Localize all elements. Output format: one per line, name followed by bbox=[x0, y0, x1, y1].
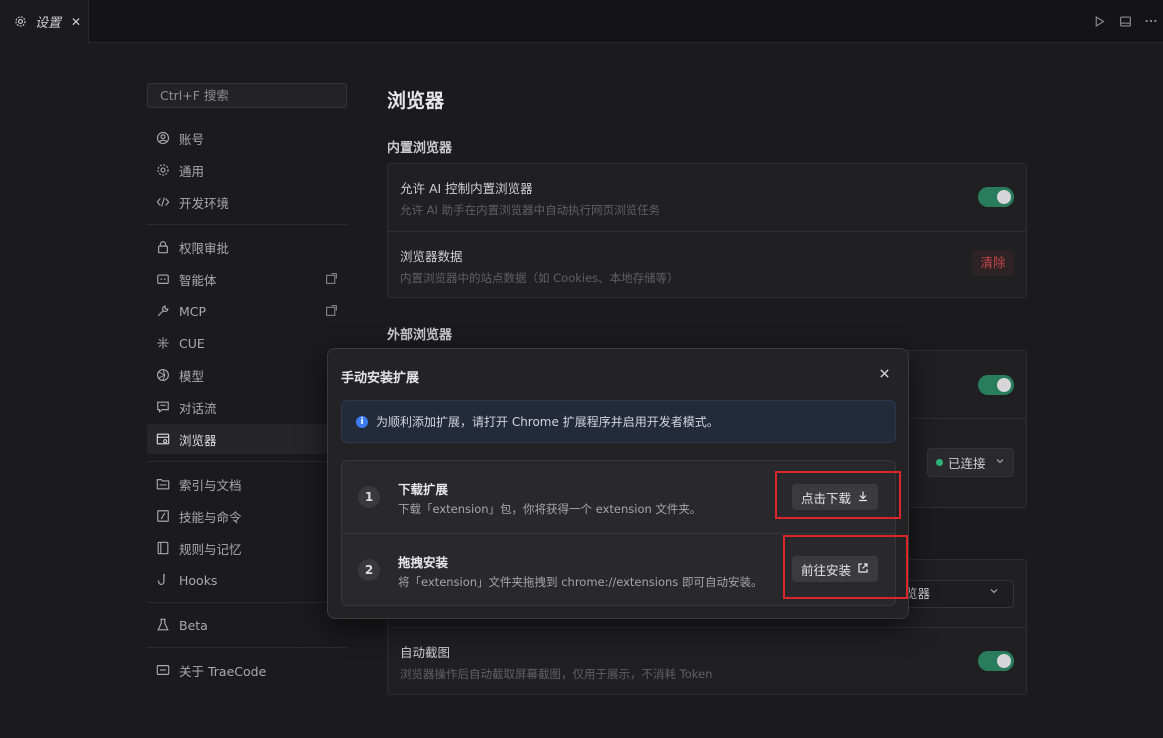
sidebar-item-label: CUE bbox=[179, 335, 205, 351]
sidebar-item-dev-env[interactable]: 开发环境 bbox=[147, 187, 347, 217]
step-desc: 将「extension」文件夹拖拽到 chrome://extensions 即… bbox=[398, 575, 763, 589]
sidebar-item-label: 关于 TraeCode bbox=[179, 663, 267, 679]
sidebar-item-beta[interactable]: Beta bbox=[147, 610, 347, 640]
sidebar-item-conversation[interactable]: 对话流 bbox=[147, 392, 347, 422]
sidebar-item-models[interactable]: 模型 bbox=[147, 360, 347, 390]
lock-icon bbox=[156, 240, 170, 254]
sidebar-item-label: 索引与文档 bbox=[179, 477, 242, 493]
divider bbox=[147, 224, 347, 225]
sidebar-item-index-docs[interactable]: 索引与文档 bbox=[147, 469, 347, 499]
sidebar-item-label: 账号 bbox=[179, 131, 205, 147]
sidebar-item-label: 通用 bbox=[179, 163, 205, 179]
sidebar-item-label: MCP bbox=[179, 303, 207, 319]
auto-screenshot-toggle[interactable] bbox=[978, 651, 1014, 671]
info-box-icon bbox=[156, 663, 170, 677]
step-number: 1 bbox=[358, 486, 380, 508]
sidebar-item-about[interactable]: 关于 TraeCode bbox=[147, 655, 347, 685]
sidebar-item-mcp[interactable]: MCP bbox=[147, 296, 347, 326]
sidebar-item-label: 对话流 bbox=[179, 400, 217, 416]
hook-icon bbox=[156, 573, 170, 587]
tab-bar: 设置 ✕ bbox=[0, 0, 1163, 43]
sidebar-item-general[interactable]: 通用 bbox=[147, 155, 347, 185]
auto-screenshot-title: 自动截图 bbox=[400, 645, 451, 660]
sidebar-item-label: 规则与记忆 bbox=[179, 541, 242, 557]
sidebar-item-permissions[interactable]: 权限审批 bbox=[147, 232, 347, 262]
panel-layout-icon[interactable] bbox=[1117, 12, 1133, 30]
browser-data-desc: 内置浏览器中的站点数据（如 Cookies、本地存储等） bbox=[400, 271, 679, 285]
sidebar-item-label: 权限审批 bbox=[179, 240, 230, 256]
gear-icon bbox=[156, 163, 170, 177]
agent-icon bbox=[156, 272, 170, 286]
search-input[interactable]: Ctrl+F 搜索 bbox=[147, 83, 347, 108]
chevron-down-icon bbox=[989, 581, 999, 607]
folder-icon bbox=[156, 477, 170, 491]
auto-screenshot-desc: 浏览器操作后自动截取屏幕截图，仅用于展示，不消耗 Token bbox=[400, 667, 713, 681]
sidebar-item-label: 技能与命令 bbox=[179, 509, 242, 525]
sidebar-item-label: 开发环境 bbox=[179, 195, 230, 211]
user-icon bbox=[156, 131, 170, 145]
tab-label: 设置 bbox=[35, 16, 62, 31]
highlight-box-install bbox=[783, 535, 908, 599]
sidebar-item-label: 浏览器 bbox=[179, 432, 217, 448]
step-title: 拖拽安装 bbox=[398, 555, 449, 570]
tab-settings[interactable]: 设置 ✕ bbox=[0, 0, 89, 43]
sidebar-item-browser[interactable]: 浏览器 bbox=[147, 424, 347, 454]
flask-icon bbox=[156, 618, 170, 632]
browser-icon bbox=[156, 432, 170, 446]
sidebar-item-skills[interactable]: 技能与命令 bbox=[147, 501, 347, 531]
step-number: 2 bbox=[358, 559, 380, 581]
allow-ai-toggle[interactable] bbox=[978, 187, 1014, 207]
chevron-down-icon bbox=[995, 456, 1005, 469]
run-icon[interactable] bbox=[1091, 12, 1107, 30]
gear-icon bbox=[13, 15, 27, 29]
close-icon[interactable] bbox=[876, 365, 892, 381]
allow-ai-desc: 允许 AI 助手在内置浏览器中自动执行网页浏览任务 bbox=[400, 203, 661, 217]
sidebar-item-label: Hooks bbox=[179, 572, 218, 588]
divider bbox=[147, 647, 347, 648]
clear-button[interactable]: 清除 bbox=[972, 250, 1014, 276]
browser-data-title: 浏览器数据 bbox=[400, 249, 463, 264]
info-text: 为顺利添加扩展，请打开 Chrome 扩展程序并启用开发者模式。 bbox=[376, 415, 719, 429]
info-icon: i bbox=[356, 415, 368, 428]
external-link-icon[interactable] bbox=[325, 272, 338, 288]
more-icon[interactable] bbox=[1143, 12, 1159, 30]
sidebar-item-hooks[interactable]: Hooks bbox=[147, 565, 347, 595]
divider bbox=[147, 461, 347, 462]
code-icon bbox=[156, 195, 170, 209]
step-desc: 下载「extension」包，你将获得一个 extension 文件夹。 bbox=[398, 502, 702, 516]
external-toggle[interactable] bbox=[978, 375, 1014, 395]
highlight-box-download bbox=[775, 471, 901, 519]
external-link-icon[interactable] bbox=[325, 304, 338, 320]
model-icon bbox=[156, 368, 170, 382]
sidebar-item-label: 智能体 bbox=[179, 272, 217, 288]
sidebar-item-cue[interactable]: CUE bbox=[147, 328, 347, 358]
allow-ai-title: 允许 AI 控制内置浏览器 bbox=[400, 181, 533, 196]
auto-screenshot-row: 自动截图 浏览器操作后自动截取屏幕截图，仅用于展示，不消耗 Token bbox=[388, 628, 1026, 694]
book-icon bbox=[156, 541, 170, 555]
connection-status-label: 已连接 bbox=[948, 456, 986, 471]
modal-title: 手动安装扩展 bbox=[341, 371, 420, 386]
sidebar-item-rules[interactable]: 规则与记忆 bbox=[147, 533, 347, 563]
connection-status-dropdown[interactable]: 已连接 bbox=[927, 448, 1014, 477]
tab-actions bbox=[1091, 12, 1159, 30]
sidebar-item-account[interactable]: 账号 bbox=[147, 123, 347, 153]
status-dot bbox=[936, 459, 943, 466]
page-title: 浏览器 bbox=[387, 90, 445, 112]
cue-icon bbox=[156, 336, 170, 350]
step-title: 下载扩展 bbox=[398, 482, 449, 497]
command-icon bbox=[156, 509, 170, 523]
section-title-external: 外部浏览器 bbox=[387, 328, 453, 343]
wrench-icon bbox=[156, 304, 170, 318]
divider bbox=[147, 602, 347, 603]
sidebar-item-agents[interactable]: 智能体 bbox=[147, 264, 347, 294]
sidebar-item-label: Beta bbox=[179, 617, 208, 633]
section-title-builtin: 内置浏览器 bbox=[387, 141, 453, 156]
info-banner: i 为顺利添加扩展，请打开 Chrome 扩展程序并启用开发者模式。 bbox=[341, 400, 896, 443]
allow-ai-row: 允许 AI 控制内置浏览器 允许 AI 助手在内置浏览器中自动执行网页浏览任务 bbox=[388, 164, 1026, 231]
builtin-browser-card: 允许 AI 控制内置浏览器 允许 AI 助手在内置浏览器中自动执行网页浏览任务 … bbox=[387, 163, 1027, 298]
sidebar-item-label: 模型 bbox=[179, 368, 205, 384]
chat-icon bbox=[156, 400, 170, 414]
close-icon[interactable]: ✕ bbox=[71, 15, 81, 29]
browser-data-row: 浏览器数据 内置浏览器中的站点数据（如 Cookies、本地存储等） 清除 bbox=[388, 232, 1026, 298]
